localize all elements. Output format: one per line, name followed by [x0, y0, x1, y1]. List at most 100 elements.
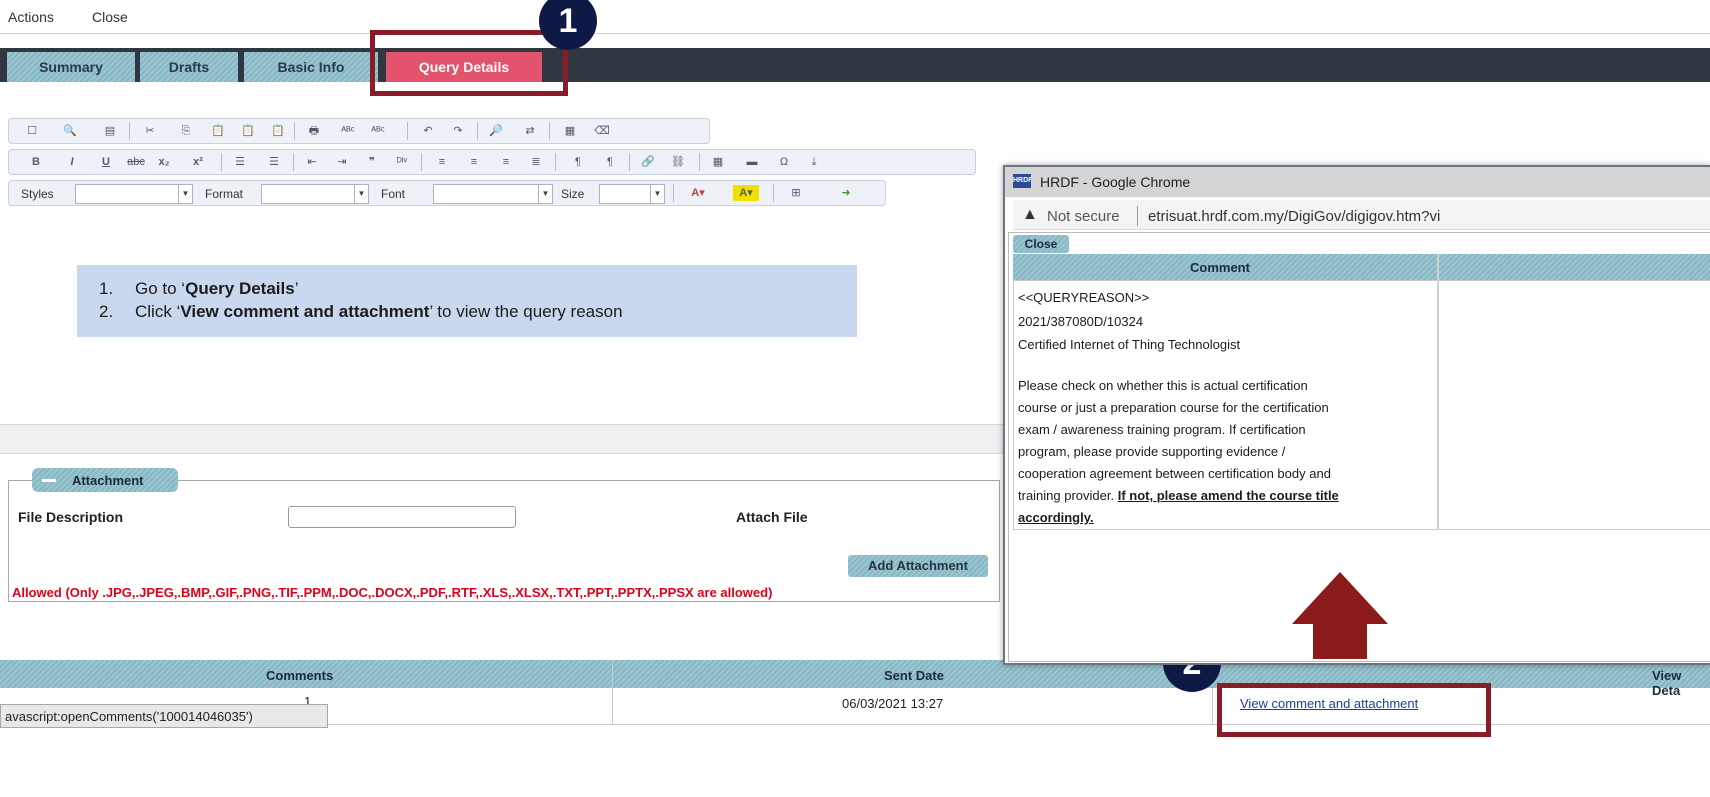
url-text[interactable]: etrisuat.hrdf.com.my/DigiGov/digigov.htm…: [1148, 208, 1440, 225]
paste-text-icon[interactable]: 📋: [239, 123, 257, 139]
show-blocks-icon[interactable]: ➜: [837, 185, 855, 201]
align-left-icon[interactable]: ≡: [433, 154, 451, 170]
hrdf-logo: HRDF: [1013, 174, 1032, 188]
cut-icon[interactable]: ✂: [141, 123, 159, 139]
format-dropdown[interactable]: ▼: [261, 184, 369, 204]
size-label: Size: [561, 187, 585, 201]
templates-icon[interactable]: ▤: [101, 123, 119, 139]
comment-line: exam / awareness training program. If ce…: [1018, 422, 1306, 437]
bullet-list-icon[interactable]: ☰: [265, 154, 283, 170]
minus-icon: [42, 479, 56, 482]
file-description-input[interactable]: [288, 506, 516, 528]
tab-drafts[interactable]: Drafts: [140, 52, 238, 82]
attachment-legend[interactable]: Attachment: [32, 468, 178, 492]
menu-actions[interactable]: Actions: [8, 9, 54, 25]
add-attachment-button[interactable]: Add Attachment: [848, 555, 988, 577]
find-icon[interactable]: 🔎: [487, 123, 505, 139]
print-icon[interactable]: 🖶: [305, 123, 323, 139]
comment-line: Please check on whether this is actual c…: [1018, 378, 1308, 393]
blockquote-icon[interactable]: ❞: [363, 154, 381, 170]
instruction-box: 1. Go to ‘Query Details’ 2. Click ‘View co…: [77, 265, 857, 337]
comment-header: Comment: [1190, 260, 1250, 275]
div-icon[interactable]: ᴰᴵᵛ: [393, 154, 411, 170]
chevron-down-icon: ▼: [354, 185, 368, 203]
chevron-down-icon: ▼: [538, 185, 552, 203]
comment-line: Certified Internet of Thing Technologist: [1018, 337, 1241, 352]
indent-icon[interactable]: ⇥: [333, 154, 351, 170]
rtl-icon[interactable]: ¶: [601, 154, 619, 170]
tab-summary[interactable]: Summary: [7, 52, 135, 82]
arrow-stem: [1313, 623, 1367, 659]
page-break-icon[interactable]: ⤓: [805, 154, 823, 170]
step-badge-1: 1: [539, 0, 597, 50]
chevron-down-icon: ▼: [650, 185, 664, 203]
font-dropdown[interactable]: ▼: [433, 184, 553, 204]
col-sent-date: Sent Date: [884, 668, 944, 683]
popup-title: HRDF - Google Chrome: [1040, 174, 1191, 190]
bg-color-icon[interactable]: A▾: [733, 185, 759, 201]
format-label: Format: [205, 187, 244, 201]
col-comments: Comments: [266, 668, 334, 683]
link-icon[interactable]: 🔗: [639, 154, 657, 170]
replace-icon[interactable]: ⇄: [521, 123, 539, 139]
highlight-box-view-link: [1217, 683, 1491, 737]
styles-dropdown[interactable]: ▼: [75, 184, 193, 204]
preview-icon[interactable]: 🔍: [61, 123, 79, 139]
instruction-step-1: 1. Go to ‘Query Details’: [99, 279, 299, 298]
warning-icon: ▲: [1022, 206, 1038, 223]
comment-line: program, please provide supporting evide…: [1018, 444, 1286, 459]
not-secure-label: Not secure: [1047, 208, 1120, 225]
bold-icon[interactable]: B: [27, 154, 45, 170]
font-label: Font: [381, 187, 406, 201]
ltr-icon[interactable]: ¶: [569, 154, 587, 170]
special-char-icon[interactable]: Ω: [775, 154, 793, 170]
italic-icon[interactable]: I: [63, 154, 81, 170]
file-description-label: File Description: [18, 509, 124, 525]
copy-icon[interactable]: ⎘: [177, 123, 195, 139]
popup-close-button[interactable]: Close: [1013, 235, 1069, 253]
comment-line: <<QUERYREASON>>: [1018, 290, 1150, 305]
underline-icon[interactable]: U: [97, 154, 115, 170]
text-color-icon[interactable]: A▾: [685, 185, 711, 201]
maximize-icon[interactable]: ⊞: [787, 185, 805, 201]
comment-emphasis: accordingly.: [1018, 510, 1094, 525]
size-dropdown[interactable]: ▼: [599, 184, 665, 204]
outdent-icon[interactable]: ⇤: [303, 154, 321, 170]
comment-line: 2021/387080D/10324: [1018, 314, 1144, 329]
sent-date-cell: 06/03/2021 13:27: [842, 696, 944, 711]
arrow-up-icon: [1292, 572, 1388, 624]
divider-bar: [0, 424, 1010, 454]
comment-header-row: [1013, 254, 1710, 280]
scayt-icon[interactable]: ᴬᴮᶜ: [369, 123, 387, 139]
styles-label: Styles: [21, 187, 54, 201]
undo-icon[interactable]: ↶: [419, 123, 437, 139]
menu-close[interactable]: Close: [92, 9, 128, 25]
select-all-icon[interactable]: ▦: [561, 123, 579, 139]
justify-icon[interactable]: ≣: [527, 154, 545, 170]
redo-icon[interactable]: ↷: [449, 123, 467, 139]
horizontal-rule-icon[interactable]: ▬: [743, 154, 761, 170]
instruction-step-2: 2. Click ‘View comment and attachment’ to…: [99, 302, 623, 321]
attach-file-label: Attach File: [736, 509, 808, 525]
paste-icon[interactable]: 📋: [209, 123, 227, 139]
remove-format-icon[interactable]: ⌫: [593, 123, 611, 139]
highlight-box-query-details: [370, 30, 568, 96]
comment-emphasis: If not, please amend the course title: [1117, 488, 1339, 503]
spellcheck-icon[interactable]: ᴬᴮᶜ: [339, 123, 357, 139]
unlink-icon[interactable]: ⛓: [669, 154, 687, 170]
attachment-section: [8, 480, 1000, 602]
editor-toolbar-row-3: Styles ▼ Format ▼ Font ▼ Size ▼ A▾ A▾ ⊞ …: [8, 180, 886, 206]
align-right-icon[interactable]: ≡: [497, 154, 515, 170]
comment-line: training provider. If not, please amend …: [1018, 488, 1339, 503]
tab-basic-info[interactable]: Basic Info: [244, 52, 378, 82]
editor-toolbar-row-2: B I U abc x₂ x² ☰ ☰ ⇤ ⇥ ❞ ᴰᴵᵛ ≡ ≡ ≡ ≣ ¶ …: [8, 149, 976, 175]
subscript-icon[interactable]: x₂: [155, 154, 173, 170]
paste-word-icon[interactable]: 📋: [269, 123, 287, 139]
status-bar-tooltip: avascript:openComments('100014046035'): [0, 704, 328, 728]
table-icon[interactable]: ▦: [709, 154, 727, 170]
strike-icon[interactable]: abc: [127, 154, 145, 170]
align-center-icon[interactable]: ≡: [465, 154, 483, 170]
numbered-list-icon[interactable]: ☰: [231, 154, 249, 170]
superscript-icon[interactable]: x²: [189, 154, 207, 170]
new-page-icon[interactable]: ☐: [23, 123, 41, 139]
